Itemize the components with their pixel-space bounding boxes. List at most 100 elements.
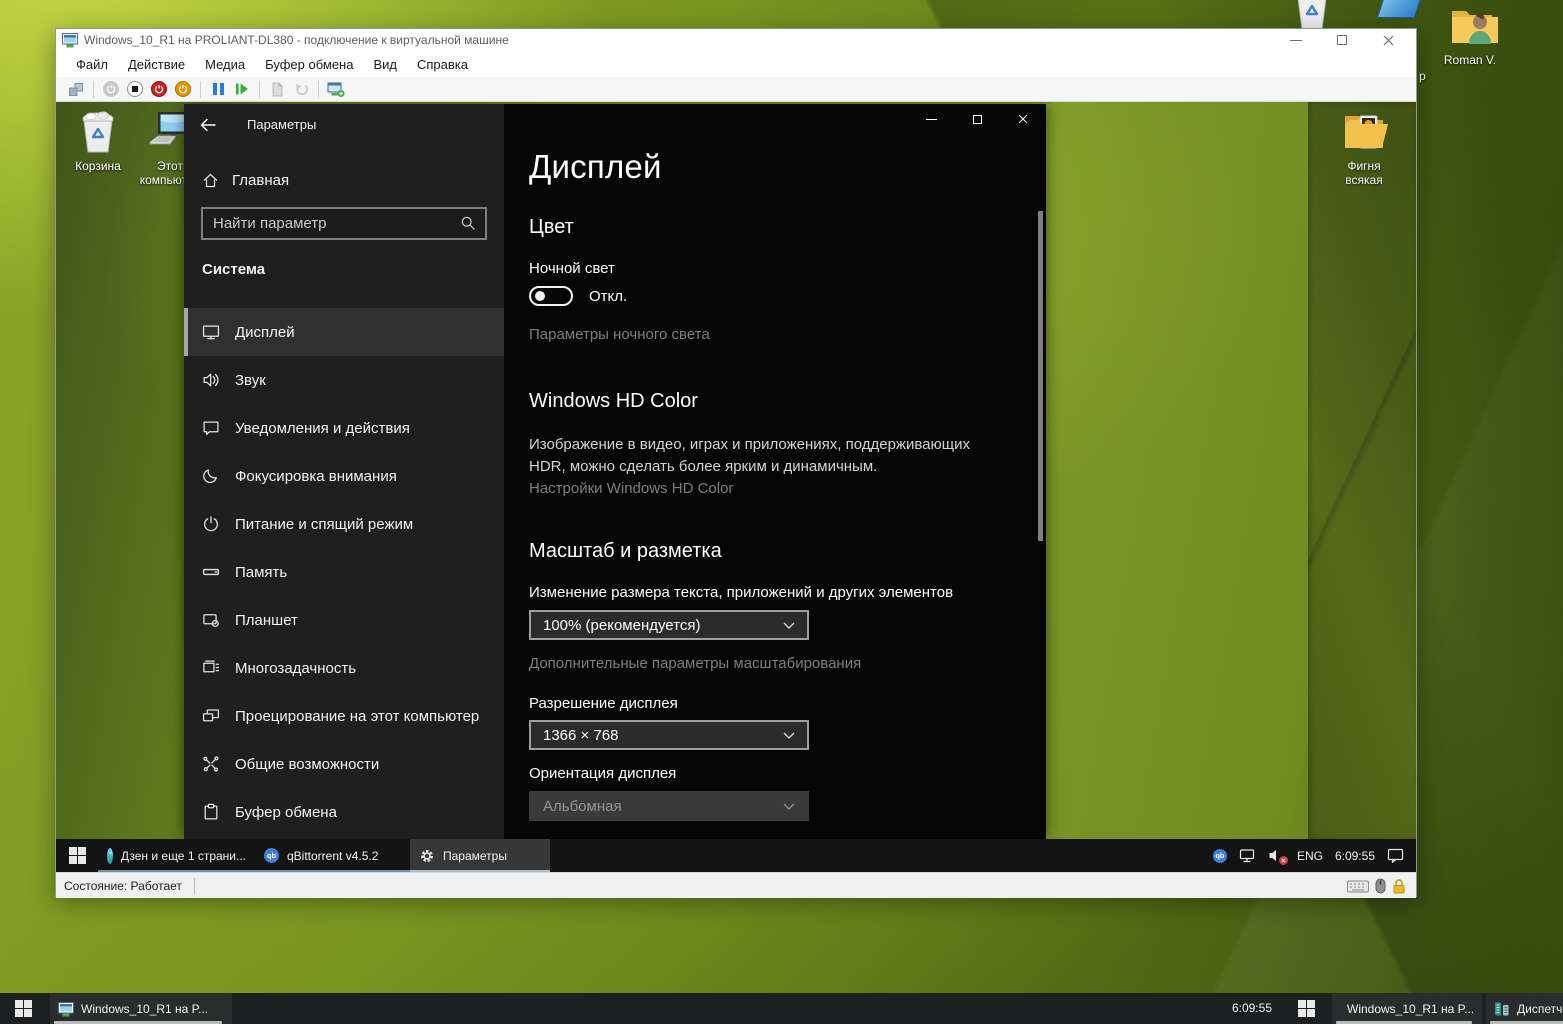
- menu-action[interactable]: Действие: [118, 53, 195, 76]
- vm-close-button[interactable]: [1380, 32, 1396, 48]
- host-desktop: Roman V. p Windows_10_R1 на PROLIANT-DL3…: [0, 0, 1563, 1024]
- night-light-state: Откл.: [589, 288, 627, 305]
- vm-recycle-bin-icon[interactable]: Корзина: [62, 108, 134, 173]
- hdr-heading: Windows HD Color: [529, 390, 698, 413]
- page-title: Дисплей: [529, 148, 662, 186]
- checkpoint-icon: [270, 82, 285, 97]
- settings-maximize-button[interactable]: [954, 104, 1000, 134]
- vm-clock[interactable]: 6:09:55: [1335, 849, 1375, 863]
- vm-taskbar: Дзен и еще 1 страни... qb qBittorrent v4…: [56, 839, 1416, 872]
- host-taskbar: Windows_10_R1 на P... 6:09:55 Windows_10…: [0, 993, 1563, 1024]
- host-hidden-icon-label-fragment: p: [1419, 69, 1426, 83]
- vm-start-button[interactable]: [56, 839, 98, 872]
- advanced-scaling-link[interactable]: Дополнительные параметры масштабирования: [529, 655, 861, 672]
- enhanced-session-button[interactable]: [326, 79, 346, 99]
- menu-clipboard[interactable]: Буфер обмена: [255, 53, 363, 76]
- vm-taskbar-button-settings[interactable]: Параметры: [410, 839, 550, 872]
- vm-language-indicator[interactable]: ENG: [1297, 849, 1323, 863]
- save-vm-button[interactable]: [173, 79, 193, 99]
- sidebar-item-multitasking[interactable]: Многозадачность: [184, 644, 504, 692]
- volume-muted-icon[interactable]: [1268, 848, 1285, 863]
- qbittorrent-tray-icon[interactable]: qb: [1213, 849, 1227, 863]
- storage-icon: [202, 563, 220, 581]
- hdr-settings-link[interactable]: Настройки Windows HD Color: [529, 480, 733, 497]
- mute-badge-icon: [1279, 856, 1288, 865]
- vm-toolbar: [56, 77, 1416, 102]
- menu-help[interactable]: Справка: [407, 53, 478, 76]
- sidebar-item-clipboard[interactable]: Буфер обмена: [184, 788, 504, 836]
- display-icon: [202, 323, 220, 341]
- menu-media[interactable]: Медиа: [195, 53, 255, 76]
- qbittorrent-icon: qb: [264, 848, 279, 863]
- vm-folder-icon[interactable]: Фигня всякая: [1328, 108, 1400, 187]
- vm-taskbar-button-qbittorrent-label: qBittorrent v4.5.2: [287, 849, 378, 863]
- vm-folder-label: Фигня всякая: [1328, 159, 1400, 187]
- host-taskbar-button-label: Windows_10_R1 на P...: [1347, 1002, 1474, 1016]
- projecting-icon: [202, 707, 220, 725]
- menu-file[interactable]: Файл: [66, 53, 118, 76]
- action-center-icon[interactable]: [1387, 848, 1404, 863]
- multitasking-icon: [202, 659, 220, 677]
- scale-label: Изменение размера текста, приложений и д…: [529, 584, 953, 601]
- vm-maximize-button[interactable]: [1334, 32, 1350, 48]
- host-taskbar-button-vm-1[interactable]: Windows_10_R1 на P...: [50, 993, 232, 1024]
- start-vm-button[interactable]: [101, 79, 121, 99]
- sidebar-item-home[interactable]: Главная: [184, 164, 504, 198]
- scrollbar-thumb[interactable]: [1038, 211, 1043, 541]
- settings-close-button[interactable]: [1000, 104, 1046, 134]
- host-taskbar-button-taskmgr[interactable]: Диспетчер: [1486, 993, 1563, 1024]
- network-icon[interactable]: [1239, 848, 1256, 863]
- ctrl-alt-del-button[interactable]: [66, 79, 86, 99]
- host-start-button[interactable]: [0, 993, 46, 1024]
- back-button[interactable]: [199, 116, 217, 134]
- scale-dropdown[interactable]: 100% (рекомендуется): [529, 610, 809, 640]
- host-user-folder-icon[interactable]: Roman V.: [1434, 2, 1506, 67]
- power-icon: [154, 84, 164, 94]
- vm-minimize-button[interactable]: [1288, 32, 1304, 48]
- menu-view[interactable]: Вид: [363, 53, 407, 76]
- play-step-icon: [235, 82, 249, 96]
- sidebar-item-projecting[interactable]: Проецирование на этот компьютер: [184, 692, 504, 740]
- night-light-toggle[interactable]: [529, 286, 573, 306]
- orientation-dropdown: Альбомная: [529, 791, 809, 821]
- vm-window-titlebar[interactable]: Windows_10_R1 на PROLIANT-DL380 - подклю…: [56, 29, 1416, 51]
- vm-taskbar-button-settings-label: Параметры: [443, 849, 507, 863]
- chevron-down-icon: [783, 803, 795, 810]
- resolution-dropdown[interactable]: 1366 × 768: [529, 720, 809, 750]
- pause-vm-button[interactable]: [208, 79, 228, 99]
- sidebar-item-notifications[interactable]: Уведомления и действия: [184, 404, 504, 452]
- sidebar-item-sound[interactable]: Звук: [184, 356, 504, 404]
- stop-icon: [132, 86, 138, 92]
- sidebar-item-shared-experiences[interactable]: Общие возможности: [184, 740, 504, 788]
- host-clock[interactable]: 6:09:55: [1198, 993, 1272, 1024]
- reset-vm-button[interactable]: [232, 79, 252, 99]
- vm-desktop: Корзина Этот компьютер: [56, 102, 1416, 872]
- night-light-settings-link[interactable]: Параметры ночного света: [529, 326, 710, 343]
- search-input[interactable]: [201, 207, 487, 240]
- checkpoint-button[interactable]: [267, 79, 287, 99]
- close-icon: [1383, 35, 1394, 46]
- host-taskbar-button-vm-2[interactable]: Windows_10_R1 на P...: [1332, 993, 1482, 1024]
- sidebar-section-title: Система: [202, 261, 265, 278]
- turn-off-vm-button[interactable]: [125, 79, 145, 99]
- host-start-button-monitor2[interactable]: [1283, 993, 1329, 1024]
- settings-minimize-button[interactable]: [908, 104, 954, 134]
- lock-icon: [1392, 878, 1406, 894]
- tablet-icon: [202, 611, 220, 629]
- user-folder-icon: [1446, 2, 1498, 50]
- vm-wallpaper-fold: [1308, 102, 1416, 839]
- back-arrow-icon: [199, 116, 217, 134]
- revert-button[interactable]: [291, 79, 311, 99]
- sidebar-item-focus-assist[interactable]: Фокусировка внимания: [184, 452, 504, 500]
- sidebar-item-power-sleep[interactable]: Питание и спящий режим: [184, 500, 504, 548]
- sidebar-item-tablet[interactable]: Планшет: [184, 596, 504, 644]
- vm-taskbar-button-qbittorrent[interactable]: qb qBittorrent v4.5.2: [255, 839, 410, 872]
- host-partial-blue-icon[interactable]: [1377, 0, 1423, 18]
- vm-window-title: Windows_10_R1 на PROLIANT-DL380 - подклю…: [84, 33, 1288, 47]
- vm-taskbar-button-edge[interactable]: Дзен и еще 1 страни...: [98, 839, 255, 872]
- orientation-dropdown-value: Альбомная: [543, 798, 622, 815]
- host-taskbar-button-label: Windows_10_R1 на P...: [81, 1002, 208, 1016]
- sidebar-item-display[interactable]: Дисплей: [184, 308, 504, 356]
- shut-down-vm-button[interactable]: [149, 79, 169, 99]
- sidebar-item-storage[interactable]: Память: [184, 548, 504, 596]
